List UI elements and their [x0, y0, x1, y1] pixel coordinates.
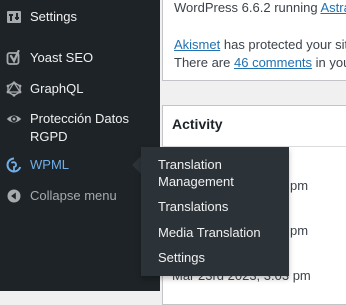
- sidebar-item-label: Yoast SEO: [30, 50, 94, 65]
- wpml-submenu: Translation Management Translations Medi…: [141, 147, 289, 276]
- settings-icon: [6, 9, 22, 25]
- submenu-item-translation-management[interactable]: Translation Management: [158, 156, 281, 190]
- akismet-notice-box: Akismet has protected your site There ar…: [162, 21, 346, 81]
- submenu-item-settings[interactable]: Settings: [158, 249, 281, 266]
- sidebar-item-label: Protección Datos RGPD: [30, 111, 129, 144]
- collapse-icon: [6, 188, 22, 204]
- version-text: WordPress 6.6.2 running: [174, 0, 318, 15]
- theme-link[interactable]: Astra: [320, 0, 346, 15]
- comments-link[interactable]: 46 comments: [234, 55, 312, 70]
- eye-icon: [6, 111, 22, 127]
- sidebar-item-label: Collapse menu: [30, 188, 117, 203]
- sidebar-item-settings[interactable]: Settings: [0, 8, 160, 26]
- at-a-glance-box: WordPress 6.6.2 running Astra t: [162, 0, 346, 22]
- yoast-icon: [6, 50, 22, 66]
- admin-sidebar: Settings Yoast SEO GraphQL Protección Da…: [0, 0, 160, 291]
- activity-time-2: pm: [290, 223, 309, 238]
- collapse-menu-button[interactable]: Collapse menu: [0, 187, 160, 205]
- comments-prefix-text: There are: [174, 55, 231, 70]
- akismet-line-2: There are 46 comments in your: [174, 55, 346, 70]
- akismet-protected-text: has protected your site: [223, 37, 346, 52]
- akismet-line-1: Akismet has protected your site: [174, 37, 346, 52]
- submenu-item-media-translation[interactable]: Media Translation: [158, 224, 281, 241]
- submenu-item-translations[interactable]: Translations: [158, 198, 281, 215]
- wpml-icon: [6, 157, 22, 173]
- graphql-icon: [6, 81, 22, 97]
- sidebar-item-graphql[interactable]: GraphQL: [0, 80, 160, 98]
- activity-title: Activity: [172, 116, 223, 132]
- submenu-pointer: [132, 156, 141, 174]
- akismet-link[interactable]: Akismet: [174, 37, 220, 52]
- sidebar-item-proteccion-datos-rgpd[interactable]: Protección Datos RGPD: [0, 110, 160, 146]
- wordpress-version-text: WordPress 6.6.2 running Astra t: [174, 0, 346, 15]
- activity-time-1: pm: [290, 178, 309, 193]
- comments-suffix-text: in your: [315, 55, 346, 70]
- sidebar-item-yoast-seo[interactable]: Yoast SEO: [0, 49, 160, 67]
- sidebar-item-label: Settings: [30, 9, 77, 24]
- sidebar-item-label: GraphQL: [30, 81, 84, 96]
